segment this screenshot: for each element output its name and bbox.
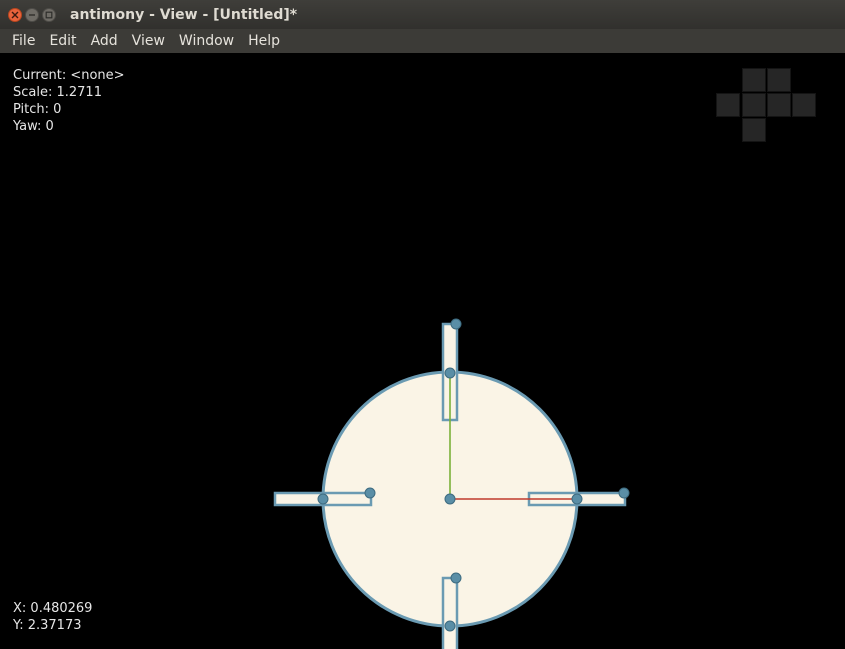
center-handle[interactable] <box>444 493 456 505</box>
close-button[interactable] <box>8 7 22 22</box>
minimize-button[interactable] <box>25 7 39 22</box>
bottom-radius-handle[interactable] <box>444 620 456 632</box>
maximize-button[interactable] <box>42 7 56 22</box>
maximize-icon <box>45 11 53 18</box>
close-icon <box>11 11 19 18</box>
left-radius-handle[interactable] <box>317 493 329 505</box>
minimize-icon <box>29 13 35 16</box>
menu-bar: File Edit Add View Window Help <box>0 29 845 53</box>
menu-help[interactable]: Help <box>236 33 280 49</box>
cursor-coordinates: X: 0.480269 Y: 2.37173 <box>13 600 92 634</box>
menu-file[interactable]: File <box>0 33 35 49</box>
menu-edit[interactable]: Edit <box>37 33 76 49</box>
right-radius-handle[interactable] <box>571 493 583 505</box>
window-title: antimony - View - [Untitled]* <box>70 6 298 23</box>
window-controls <box>8 7 56 22</box>
menu-window[interactable]: Window <box>167 33 234 49</box>
bottom-bar-corner-handle[interactable] <box>450 572 462 584</box>
3d-viewport[interactable]: Current: <none> Scale: 1.2711 Pitch: 0 Y… <box>0 53 845 649</box>
top-radius-handle[interactable] <box>444 367 456 379</box>
x-coordinate-text: X: 0.480269 <box>13 601 93 616</box>
rectangle-bottom[interactable] <box>441 576 459 649</box>
menu-view[interactable]: View <box>120 33 165 49</box>
y-coordinate-text: Y: 2.37173 <box>13 618 82 633</box>
top-bar-corner-handle[interactable] <box>450 318 462 330</box>
menu-add[interactable]: Add <box>79 33 118 49</box>
right-bar-corner-handle[interactable] <box>618 487 630 499</box>
title-bar: antimony - View - [Untitled]* <box>0 0 845 29</box>
left-bar-corner-handle[interactable] <box>364 487 376 499</box>
scene-canvas[interactable] <box>0 53 845 649</box>
